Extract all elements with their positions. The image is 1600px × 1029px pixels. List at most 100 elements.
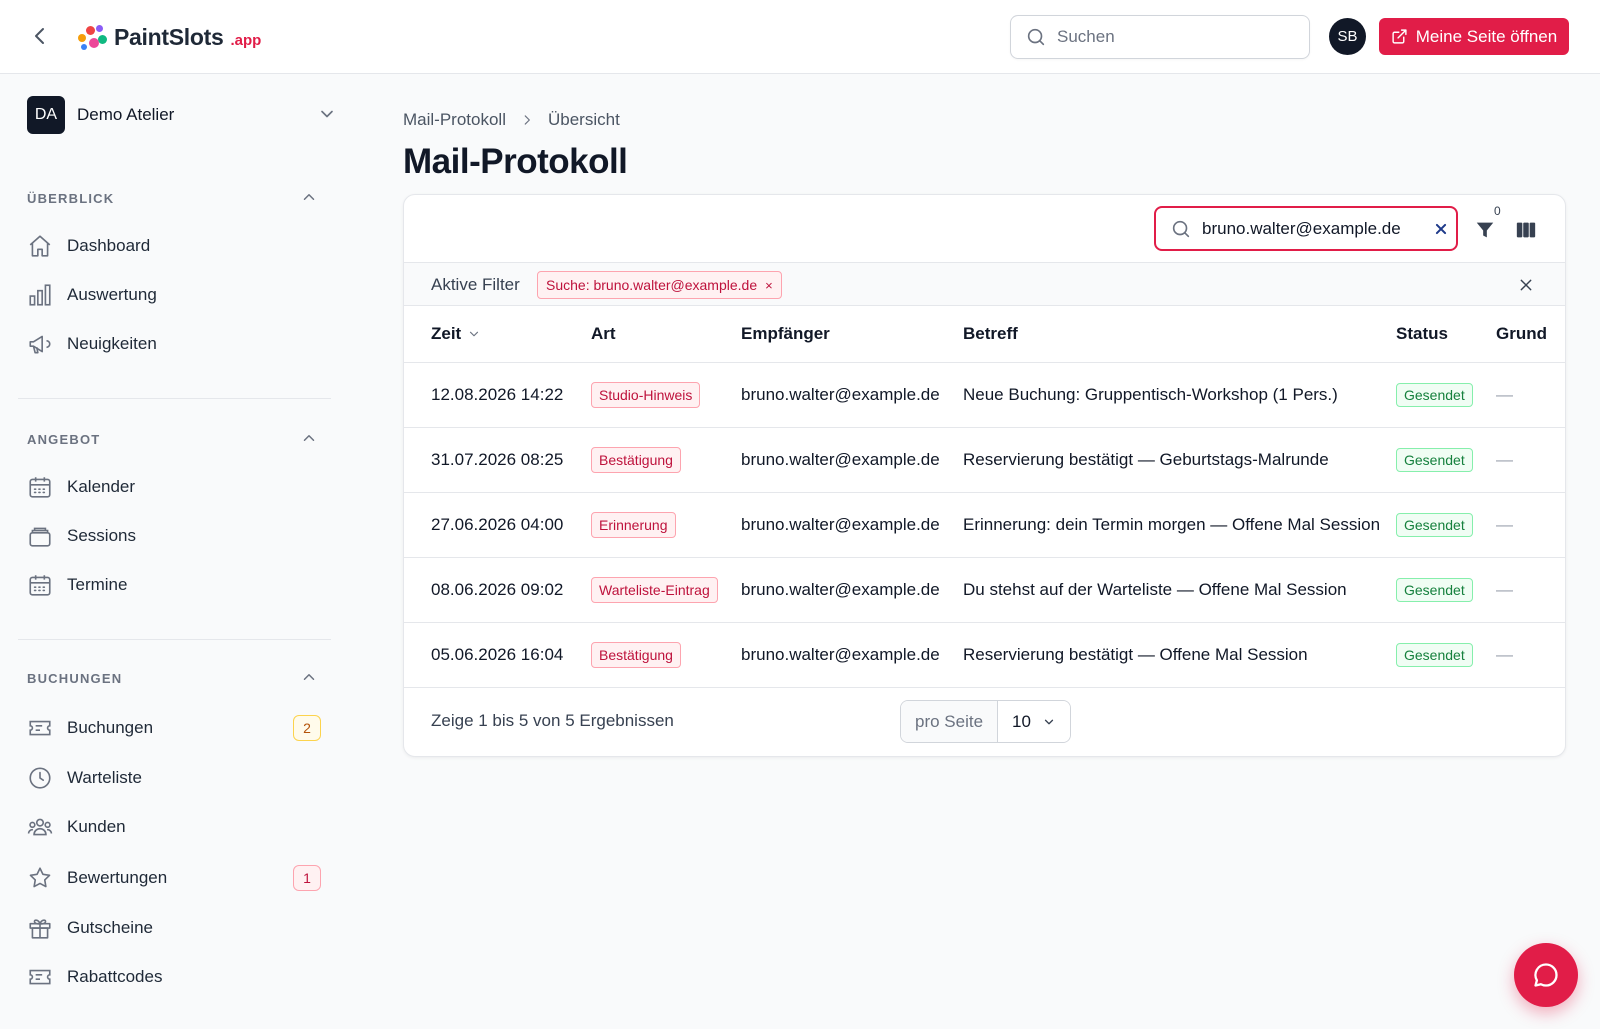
cell-status: Gesendet (1396, 622, 1496, 688)
sort-desc-icon (470, 331, 479, 337)
per-page-select[interactable]: pro Seite 10 (900, 700, 1072, 743)
cell-status: Gesendet (1396, 362, 1496, 428)
cell-status: Gesendet (1396, 557, 1496, 623)
sidebar-item-customers[interactable]: Kunden (27, 809, 327, 845)
cell-recipient: bruno.walter@example.de (741, 362, 963, 428)
bar-chart-icon (29, 284, 51, 306)
sidebar-divider (18, 398, 331, 399)
cell-subject: Erinnerung: dein Termin morgen — Offene … (963, 492, 1396, 558)
active-filter-chip: Suche: bruno.walter@example.de × (537, 271, 782, 299)
mail-type-badge: Bestätigung (591, 641, 681, 668)
app-logo[interactable]: PaintSlots .app (76, 20, 261, 54)
top-bar: PaintSlots .app SB Meine Seite öffnen (0, 0, 1600, 74)
sidebar-item-appointments[interactable]: Termine (27, 567, 327, 603)
workspace-name: Demo Atelier (77, 105, 175, 124)
table-row[interactable]: 05.06.2026 16:04 Bestätigung bruno.walte… (404, 622, 1565, 688)
mail-log-table-card: bruno.walter@example.de 0 Aktive Filter … (403, 194, 1566, 757)
table-header-row: Zeit Art Empfänger Betreff Status Grund (404, 306, 1565, 363)
sidebar-item-vouchers[interactable]: Gutscheine (27, 910, 327, 946)
per-page-dropdown[interactable]: 10 (998, 701, 1071, 742)
results-summary: Zeige 1 bis 5 von 5 Ergebnissen (431, 711, 674, 730)
global-search-input[interactable] (1057, 27, 1297, 47)
cell-reason: — (1496, 492, 1565, 558)
chevron-up-icon[interactable] (300, 188, 318, 206)
sidebar-item-label: Dashboard (67, 236, 151, 255)
column-header-subject[interactable]: Betreff (963, 306, 1396, 363)
user-avatar[interactable]: SB (1329, 18, 1366, 55)
table-row[interactable]: 27.06.2026 04:00 Erinnerung bruno.walter… (404, 492, 1565, 558)
sidebar-item-label: Rabattcodes (67, 967, 163, 986)
per-page-value: 10 (1012, 711, 1031, 731)
filter-chip-label: Suche: bruno.walter@example.de (546, 277, 758, 293)
sidebar-item-label: Termine (67, 575, 128, 594)
sidebar-item-label: Buchungen (67, 718, 154, 737)
sidebar-item-sessions[interactable]: Sessions (27, 518, 327, 554)
global-search[interactable] (1010, 15, 1310, 59)
cell-reason: — (1496, 362, 1565, 428)
sidebar: DA Demo Atelier ÜBERBLICK Dashboard Ausw… (0, 74, 350, 1029)
chat-support-button[interactable] (1514, 943, 1578, 1007)
cell-recipient: bruno.walter@example.de (741, 427, 963, 493)
sidebar-item-reviews[interactable]: Bewertungen (27, 860, 327, 896)
breadcrumb-parent-link[interactable]: Mail-Protokoll (403, 110, 506, 130)
cell-type: Studio-Hinweis (591, 362, 741, 428)
remove-filter-button[interactable]: × (765, 278, 773, 293)
open-my-page-button[interactable]: Meine Seite öffnen (1379, 18, 1569, 55)
status-badge: Gesendet (1396, 577, 1473, 602)
sidebar-item-bookings[interactable]: Buchungen (27, 710, 327, 746)
table-row[interactable]: 08.06.2026 09:02 Warteliste-Eintrag brun… (404, 557, 1565, 623)
home-icon (29, 235, 51, 257)
ticket-icon (29, 969, 51, 985)
cell-subject: Reservierung bestätigt — Offene Mal Sess… (963, 622, 1396, 688)
cell-subject: Reservierung bestätigt — Geburtstags-Mal… (963, 427, 1396, 493)
sidebar-item-dashboard[interactable]: Dashboard (27, 228, 327, 264)
chevron-up-icon[interactable] (300, 429, 318, 447)
sidebar-item-discount-codes[interactable]: Rabattcodes (27, 959, 327, 995)
table-footer: Zeige 1 bis 5 von 5 Ergebnissen pro Seit… (404, 687, 1565, 756)
cell-time: 08.06.2026 09:02 (404, 557, 591, 623)
cell-type: Bestätigung (591, 427, 741, 493)
close-icon[interactable] (1518, 277, 1534, 293)
status-badge: Gesendet (1396, 447, 1473, 472)
table-search-input[interactable]: bruno.walter@example.de (1154, 206, 1458, 251)
cell-recipient: bruno.walter@example.de (741, 622, 963, 688)
column-header-reason[interactable]: Grund (1496, 306, 1565, 363)
table-row[interactable]: 31.07.2026 08:25 Bestätigung bruno.walte… (404, 427, 1565, 493)
column-header-type[interactable]: Art (591, 306, 741, 363)
sidebar-item-label: Warteliste (67, 768, 142, 787)
filter-icon[interactable] (1474, 219, 1496, 241)
back-arrow-icon[interactable] (28, 24, 52, 48)
table-toolbar: bruno.walter@example.de 0 (404, 195, 1565, 263)
star-icon (29, 867, 51, 888)
breadcrumb: Mail-Protokoll Übersicht (403, 110, 620, 130)
cell-time: 12.08.2026 14:22 (404, 362, 591, 428)
sidebar-item-waitlist[interactable]: Warteliste (27, 760, 327, 796)
cell-status: Gesendet (1396, 492, 1496, 558)
clock-icon (29, 767, 51, 789)
table-row[interactable]: 12.08.2026 14:22 Studio-Hinweis bruno.wa… (404, 362, 1565, 428)
status-badge: Gesendet (1396, 642, 1473, 667)
cell-time: 31.07.2026 08:25 (404, 427, 591, 493)
columns-icon[interactable] (1514, 219, 1538, 241)
workspace-switcher[interactable]: DA Demo Atelier (27, 95, 337, 135)
sidebar-item-analytics[interactable]: Auswertung (27, 277, 327, 313)
sidebar-divider (18, 639, 331, 640)
status-badge: Gesendet (1396, 512, 1473, 537)
column-header-status[interactable]: Status (1396, 306, 1496, 363)
cell-status: Gesendet (1396, 427, 1496, 493)
sidebar-item-calendar[interactable]: Kalender (27, 469, 327, 505)
section-title-overview: ÜBERBLICK (27, 191, 115, 206)
column-header-time[interactable]: Zeit (404, 306, 591, 363)
cell-reason: — (1496, 557, 1565, 623)
sidebar-item-news[interactable]: Neuigkeiten (27, 326, 327, 362)
section-title-bookings: BUCHUNGEN (27, 671, 123, 686)
chevron-up-icon[interactable] (300, 668, 318, 686)
sidebar-item-label: Kunden (67, 817, 126, 836)
chat-bubble-icon (1534, 963, 1558, 987)
column-header-recipient[interactable]: Empfänger (741, 306, 963, 363)
users-icon (27, 818, 53, 836)
table-search-value: bruno.walter@example.de (1202, 218, 1401, 238)
breadcrumb-current: Übersicht (547, 110, 620, 129)
clear-search-icon[interactable] (1434, 222, 1448, 236)
mail-type-badge: Bestätigung (591, 446, 681, 473)
